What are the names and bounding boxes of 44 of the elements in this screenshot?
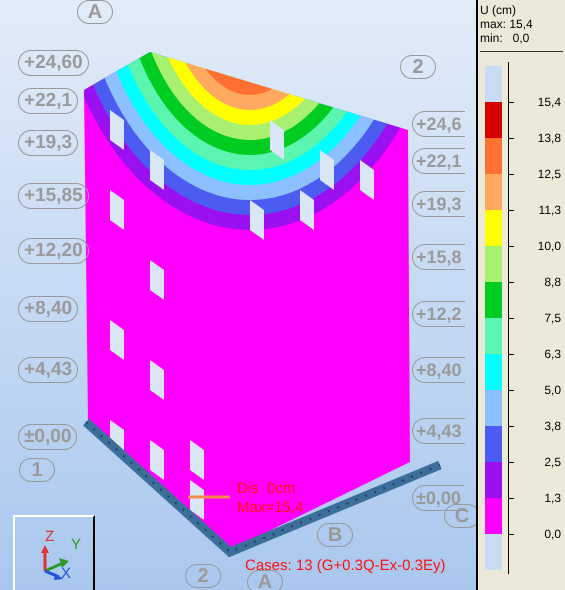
elevation-label: +8,40 [412,357,465,383]
elevation-label: +22,1 [412,148,465,174]
grid-axis-label: 2 [185,564,221,588]
elevation-label: +15,85 [18,183,89,209]
result-annotation: Max=15,4 [237,499,304,517]
scale-value: 6,3 [544,346,561,362]
elevation-label: +4,43 [412,418,465,444]
scale-value: 8,8 [544,274,561,290]
axis-label: X [61,566,72,582]
legend-title: U (cm) [480,3,517,17]
elevation-label: +22,1 [18,88,78,114]
scale-value: 3,8 [544,418,561,434]
grid-axis-label: 2 [400,55,436,79]
elevation-label: +12,2 [412,301,465,327]
scale-value: 15,4 [538,94,561,110]
elevation-label: +19,3 [18,130,78,156]
elevation-label: +8,40 [18,296,78,322]
grid-axis-label: 1 [19,458,55,482]
axis-label: Y [71,537,82,553]
legend-min: min: 0,0 [480,31,530,45]
scale-value: 0,0 [544,526,561,542]
grid-axis-label: B [317,523,353,547]
grid-axis-label: A [77,0,113,24]
scale-value: 1,3 [544,490,561,506]
scale-value: 13,8 [538,130,561,146]
result-annotation: Dis 0cm [237,480,296,498]
elevation-label: +4,43 [18,357,78,383]
elevation-label: +12,20 [18,238,89,264]
elevation-label: +15,8 [412,244,465,270]
leader-line [188,496,230,498]
grid-axis-label: A [247,570,283,590]
axis-label: Z [45,529,54,545]
elevation-label: +19,3 [412,191,465,217]
scale-value: 5,0 [544,382,561,398]
scale-value: 7,5 [544,310,561,326]
legend-max: max: 15,4 [480,17,534,31]
elevation-label: +24,60 [18,50,89,76]
scale-value: 11,3 [538,202,561,218]
scale-value: 12,5 [538,166,561,182]
scale-value: 2,5 [544,454,561,470]
elevation-label: ±0,00 [18,424,78,450]
elevation-label: +24,6 [412,111,465,137]
color-swatch [485,66,502,102]
scale-value: 10,0 [538,238,561,254]
